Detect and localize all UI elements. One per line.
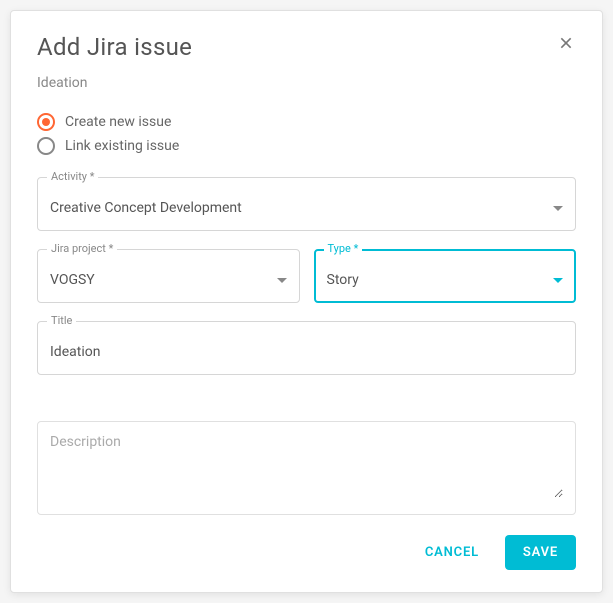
dialog-title: Add Jira issue xyxy=(37,33,192,61)
title-field[interactable]: Title xyxy=(37,321,576,401)
issue-mode-radio-group: Create new issue Link existing issue xyxy=(37,113,576,161)
jira-project-value: VOGSY xyxy=(50,272,95,288)
description-field[interactable] xyxy=(37,421,576,515)
radio-link-existing-issue[interactable]: Link existing issue xyxy=(37,137,576,155)
type-value: Story xyxy=(327,272,359,288)
add-jira-issue-dialog: Add Jira issue Ideation Create new issue… xyxy=(10,10,603,593)
radio-label: Link existing issue xyxy=(65,138,179,154)
dialog-subtitle: Ideation xyxy=(37,75,576,91)
close-icon xyxy=(558,35,574,51)
chevron-down-icon xyxy=(277,278,287,283)
type-field[interactable]: Type * Story xyxy=(314,249,577,303)
radio-unselected-icon xyxy=(37,137,55,155)
chevron-down-icon xyxy=(553,278,563,283)
radio-label: Create new issue xyxy=(65,114,171,130)
title-input[interactable] xyxy=(50,344,563,360)
chevron-down-icon xyxy=(553,206,563,211)
radio-selected-icon xyxy=(37,113,55,131)
save-button[interactable]: SAVE xyxy=(505,535,576,570)
radio-create-new-issue[interactable]: Create new issue xyxy=(37,113,576,131)
field-label: Activity * xyxy=(47,170,98,183)
activity-field[interactable]: Activity * Creative Concept Development xyxy=(37,177,576,231)
cancel-button[interactable]: CANCEL xyxy=(407,535,497,570)
activity-value: Creative Concept Development xyxy=(50,200,242,216)
dialog-actions: CANCEL SAVE xyxy=(37,535,576,570)
field-label: Title xyxy=(47,314,76,327)
dialog-header: Add Jira issue xyxy=(37,33,576,61)
field-label: Jira project * xyxy=(47,242,117,255)
jira-project-field[interactable]: Jira project * VOGSY xyxy=(37,249,300,303)
field-label: Type * xyxy=(324,242,363,255)
close-button[interactable] xyxy=(556,33,576,53)
description-textarea[interactable] xyxy=(50,434,563,498)
